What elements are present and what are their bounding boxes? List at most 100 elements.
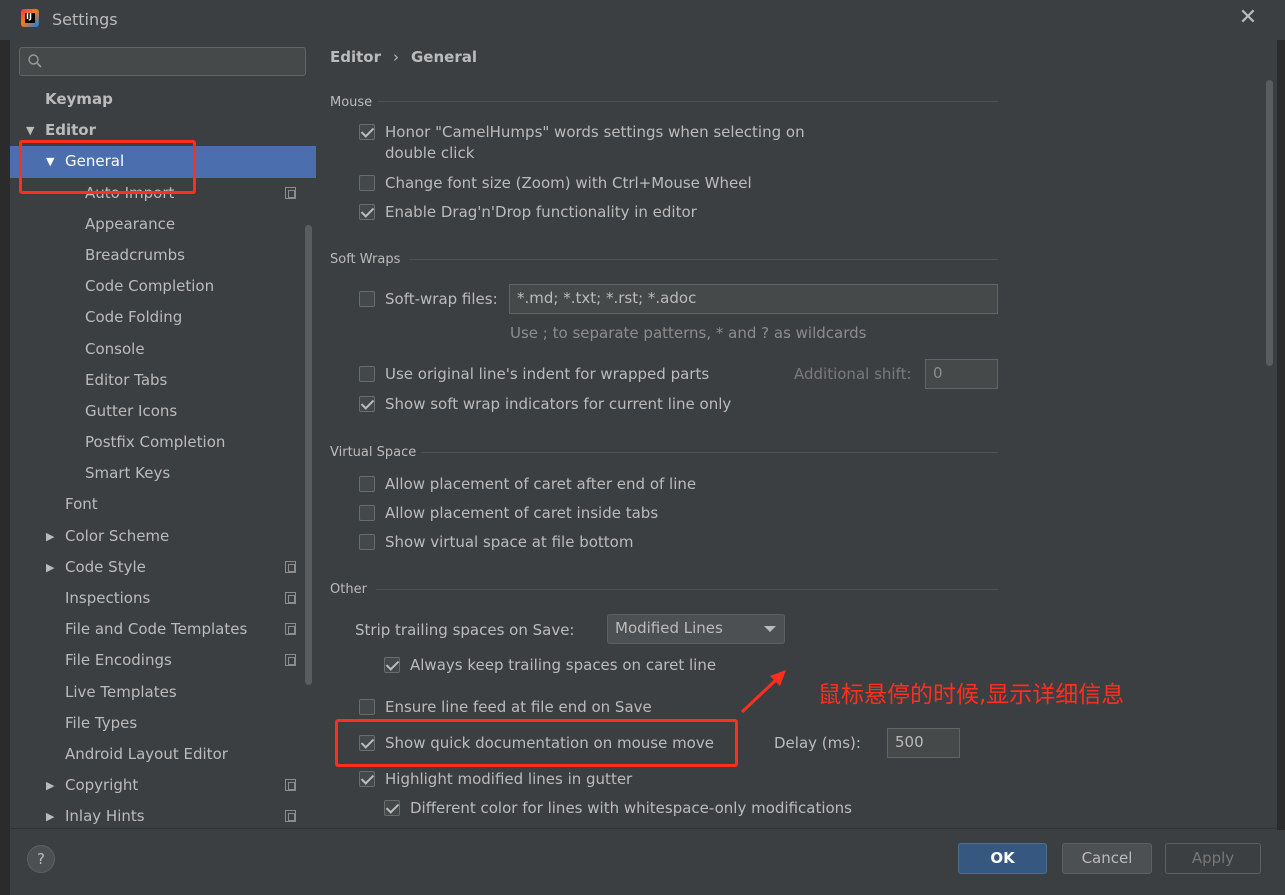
collapsed-arrow-icon[interactable]: ▶ (46, 801, 54, 828)
section-title-other: Other (330, 582, 367, 597)
tree-item-font[interactable]: Font (10, 489, 316, 520)
tree-item-color-scheme[interactable]: ▶ Color Scheme (10, 521, 316, 552)
collapsed-arrow-icon[interactable]: ▶ (46, 521, 54, 552)
project-scope-icon (285, 592, 296, 604)
title-bar: IJ Settings ✕ (0, 0, 1285, 40)
option-keep-trailing[interactable]: Always keep trailing spaces on caret lin… (384, 655, 716, 676)
settings-tree: Keymap ▼ Editor ▼ General Auto Import Ap… (10, 84, 316, 828)
option-label: Highlight modified lines in gutter (385, 770, 633, 788)
expanded-arrow-icon[interactable]: ▼ (26, 115, 34, 146)
checkbox[interactable] (359, 396, 375, 412)
tree-item-android-layout-editor[interactable]: Android Layout Editor (10, 739, 316, 770)
option-whitespace-color[interactable]: Different color for lines with whitespac… (384, 798, 852, 819)
strip-trailing-value: Modified Lines (615, 619, 723, 637)
option-label: Change font size (Zoom) with Ctrl+Mouse … (385, 174, 752, 192)
option-label: Ensure line feed at file end on Save (385, 698, 652, 716)
checkbox[interactable] (384, 800, 400, 816)
tree-item-label: Smart Keys (85, 464, 171, 483)
option-caret-after-eol[interactable]: Allow placement of caret after end of li… (359, 474, 696, 495)
option-highlight-modified[interactable]: Highlight modified lines in gutter (359, 769, 632, 790)
option-soft-wrap-indicators[interactable]: Show soft wrap indicators for current li… (359, 394, 731, 415)
tree-item-copyright[interactable]: ▶ Copyright (10, 770, 316, 801)
checkbox[interactable] (359, 291, 375, 307)
checkbox[interactable] (359, 476, 375, 492)
help-button[interactable]: ? (27, 845, 55, 873)
sidebar-scrollbar[interactable] (305, 225, 312, 685)
project-scope-icon (285, 186, 296, 199)
option-quick-doc[interactable]: Show quick documentation on mouse move (359, 733, 714, 754)
tree-item-code-completion[interactable]: Code Completion (10, 271, 316, 302)
tree-item-smart-keys[interactable]: Smart Keys (10, 458, 316, 489)
option-soft-wrap-files[interactable]: Soft-wrap files: (359, 289, 498, 310)
close-icon[interactable]: ✕ (1237, 7, 1259, 29)
checkbox[interactable] (359, 735, 375, 751)
breadcrumb-parent[interactable]: Editor (330, 48, 381, 66)
tree-item-console[interactable]: Console (10, 334, 316, 365)
checkbox[interactable] (359, 534, 375, 550)
tree-item-file-types[interactable]: File Types (10, 708, 316, 739)
tree-item-label: Font (65, 495, 98, 514)
checkbox[interactable] (359, 699, 375, 715)
search-input[interactable] (19, 47, 306, 76)
option-caret-inside-tabs[interactable]: Allow placement of caret inside tabs (359, 503, 658, 524)
tree-item-label: Color Scheme (65, 526, 170, 545)
tree-item-inlay-hints[interactable]: ▶ Inlay Hints (10, 801, 316, 828)
tree-item-appearance[interactable]: Appearance (10, 209, 316, 240)
tree-item-label: Code Folding (85, 308, 183, 327)
option-original-indent[interactable]: Use original line's indent for wrapped p… (359, 364, 709, 385)
tree-item-editor[interactable]: ▼ Editor (10, 115, 316, 146)
apply-button[interactable]: Apply (1165, 843, 1261, 874)
option-zoom[interactable]: Change font size (Zoom) with Ctrl+Mouse … (359, 173, 752, 194)
option-label: Allow placement of caret after end of li… (385, 475, 697, 493)
tree-item-label: Copyright (65, 776, 139, 795)
tree-item-postfix-completion[interactable]: Postfix Completion (10, 427, 316, 458)
tree-item-file-encodings[interactable]: File Encodings (10, 645, 316, 676)
option-virtual-space-bottom[interactable]: Show virtual space at file bottom (359, 532, 633, 553)
tree-item-file-and-code-templates[interactable]: File and Code Templates (10, 614, 316, 645)
dialog-footer: ? OK Cancel Apply (10, 828, 1277, 895)
tree-item-label: Code Style (65, 557, 146, 576)
project-scope-icon (285, 560, 296, 573)
tree-item-editor-tabs[interactable]: Editor Tabs (10, 365, 316, 396)
ok-button[interactable]: OK (958, 843, 1047, 874)
checkbox[interactable] (359, 771, 375, 787)
tree-item-code-folding[interactable]: Code Folding (10, 302, 316, 333)
checkbox[interactable] (359, 366, 375, 382)
option-camelhumps[interactable]: Honor "CamelHumps" words settings when s… (359, 122, 805, 164)
tree-item-label: Inspections (65, 589, 151, 607)
annotation-text: 鼠标悬停的时候,显示详细信息 (818, 682, 1125, 708)
strip-trailing-select[interactable]: Modified Lines (607, 614, 785, 644)
checkbox[interactable] (359, 204, 375, 220)
tree-item-label: Console (85, 339, 145, 358)
section-divider (376, 589, 998, 590)
tree-item-breadcrumbs[interactable]: Breadcrumbs (10, 240, 316, 271)
tree-item-keymap[interactable]: Keymap (10, 84, 316, 115)
window-title: Settings (52, 10, 118, 29)
tree-item-live-templates[interactable]: Live Templates (10, 677, 316, 708)
checkbox[interactable] (384, 657, 400, 673)
cancel-button[interactable]: Cancel (1062, 843, 1152, 874)
tree-item-label: Editor Tabs (85, 370, 168, 389)
option-label: Show quick documentation on mouse move (385, 734, 714, 752)
tree-item-general[interactable]: ▼ General (10, 146, 316, 178)
tree-item-code-style[interactable]: ▶ Code Style (10, 552, 316, 583)
expanded-arrow-icon[interactable]: ▼ (46, 146, 54, 177)
tree-item-auto-import[interactable]: Auto Import (10, 178, 316, 209)
background-window-edge (0, 40, 10, 895)
soft-wrap-hint: Use ; to separate patterns, * and ? as w… (510, 324, 867, 342)
checkbox[interactable] (359, 505, 375, 521)
tree-item-inspections[interactable]: Inspections (10, 583, 316, 614)
collapsed-arrow-icon[interactable]: ▶ (46, 552, 54, 583)
option-label: Allow placement of caret inside tabs (385, 504, 659, 522)
tree-item-gutter-icons[interactable]: Gutter Icons (10, 396, 316, 427)
checkbox[interactable] (359, 124, 375, 140)
delay-input[interactable]: 500 (887, 728, 960, 758)
soft-wrap-patterns-input[interactable]: *.md; *.txt; *.rst; *.adoc (509, 284, 998, 314)
checkbox[interactable] (359, 175, 375, 191)
content-scrollbar[interactable] (1266, 80, 1273, 366)
option-dragdrop[interactable]: Enable Drag'n'Drop functionality in edit… (359, 202, 697, 223)
collapsed-arrow-icon[interactable]: ▶ (46, 770, 54, 801)
section-divider (378, 101, 998, 102)
option-line-feed[interactable]: Ensure line feed at file end on Save (359, 697, 652, 718)
additional-shift-input[interactable]: 0 (925, 359, 998, 389)
